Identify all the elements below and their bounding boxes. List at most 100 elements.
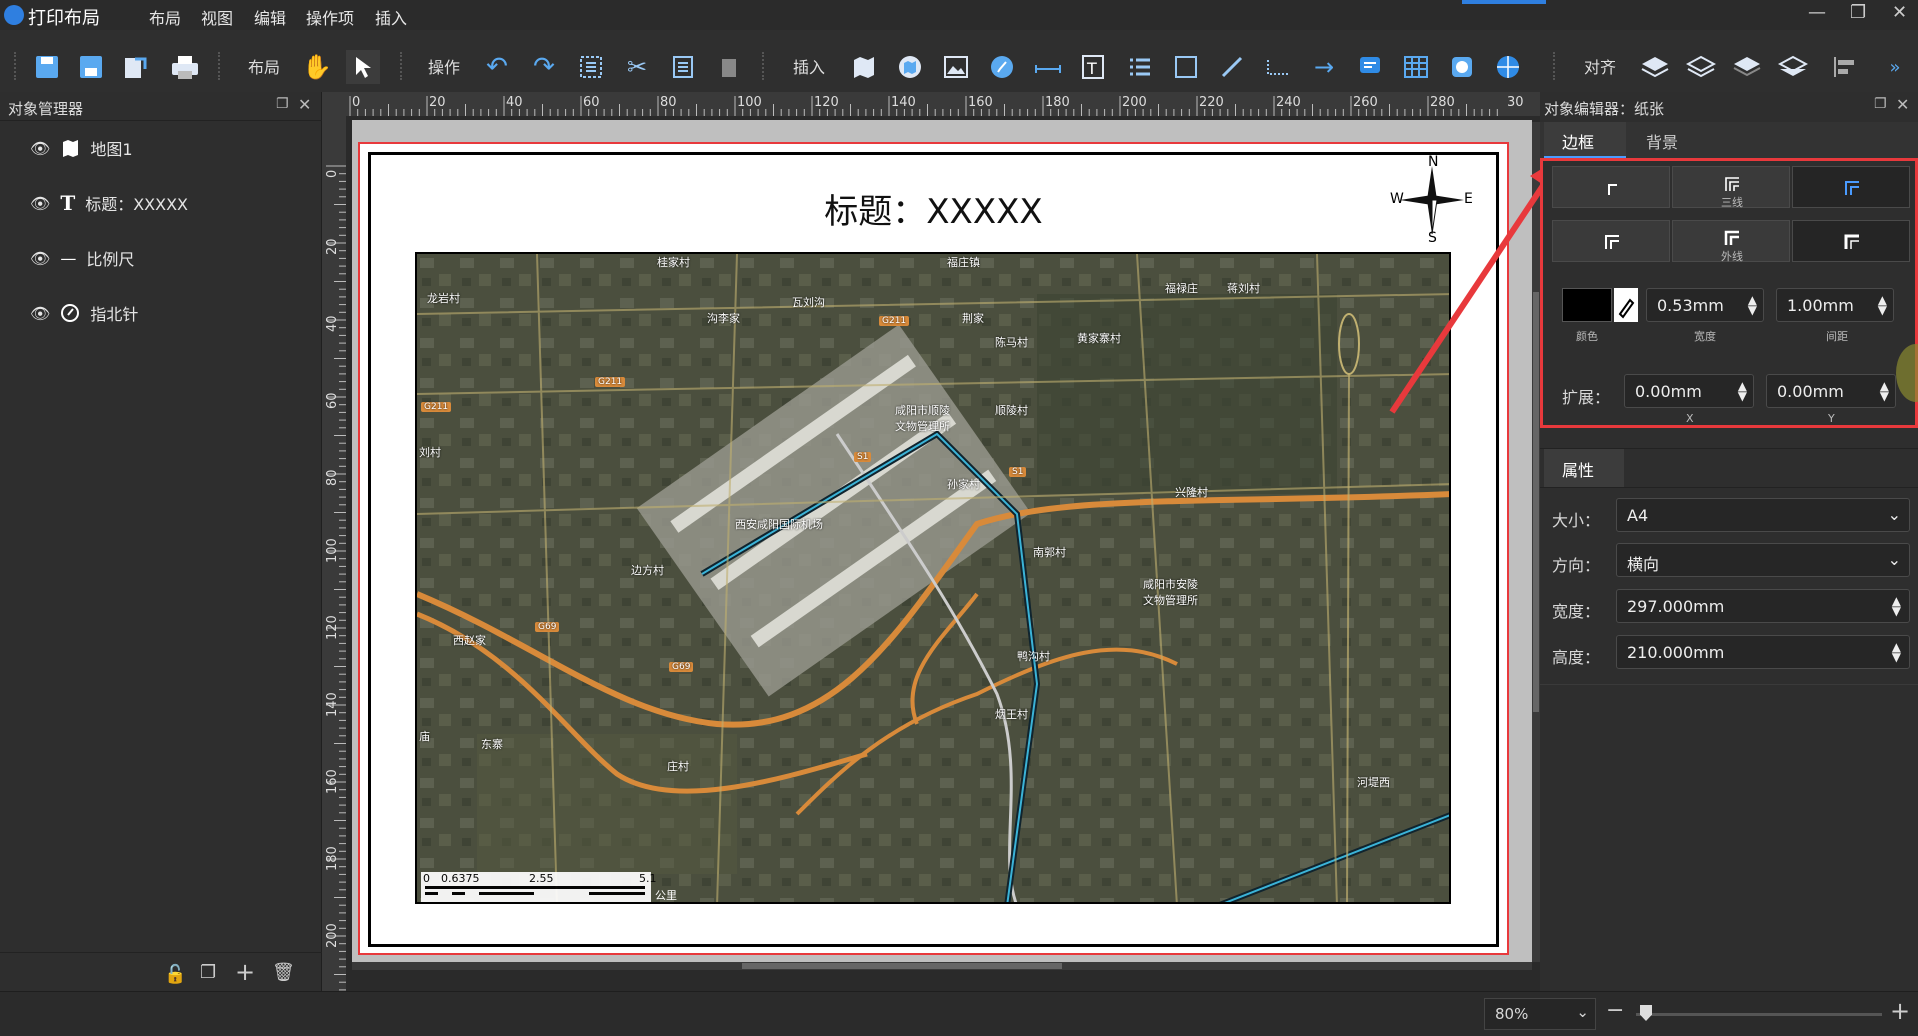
- insert-rectangle-icon[interactable]: [1169, 50, 1203, 84]
- delete-icon[interactable]: [712, 50, 746, 84]
- insert-arrow-icon[interactable]: →: [1307, 50, 1341, 84]
- insert-line-icon[interactable]: [1215, 50, 1249, 84]
- layout-canvas[interactable]: 0 20 40 60 80 100 120 140 160 180 200 220 240 260 280 3…: [322, 92, 1540, 1006]
- insert-image-icon[interactable]: [939, 50, 973, 84]
- tab-properties[interactable]: 属性: [1544, 449, 1624, 487]
- duplicate-icon[interactable]: ❐: [200, 962, 216, 983]
- paper-size-select[interactable]: A4 ⌄: [1616, 498, 1910, 532]
- menu-operations[interactable]: 操作项: [306, 5, 354, 29]
- tab-background[interactable]: 背景: [1628, 122, 1708, 158]
- more-tools-icon[interactable]: »: [1878, 50, 1912, 84]
- border-width-input[interactable]: 0.53mm ▲ ▼: [1646, 288, 1764, 322]
- print-icon[interactable]: [168, 50, 202, 84]
- scalebar-tick: 2.55: [529, 872, 554, 885]
- border-style-outer-thin[interactable]: [1552, 220, 1670, 262]
- ruler-label: 120: [814, 95, 839, 110]
- visibility-eye-icon[interactable]: 👁: [30, 139, 50, 158]
- scalebar-unit: 公里: [655, 889, 677, 902]
- color-caption: 颜色: [1576, 330, 1598, 343]
- border-style-outer-thick[interactable]: [1792, 220, 1910, 262]
- insert-callout-icon[interactable]: [1353, 50, 1387, 84]
- object-item-north-arrow[interactable]: 👁 指北针: [30, 299, 138, 327]
- object-item-scalebar[interactable]: 👁 — 比例尺: [30, 244, 134, 272]
- visibility-eye-icon[interactable]: 👁: [30, 304, 50, 323]
- menu-layout[interactable]: 布局: [149, 5, 181, 29]
- menu-insert[interactable]: 插入: [375, 5, 407, 29]
- eyedropper-icon[interactable]: [1614, 288, 1638, 322]
- ruler-label: 100: [325, 538, 340, 563]
- insert-globe-icon[interactable]: [1491, 50, 1525, 84]
- close-icon[interactable]: ✕: [1892, 2, 1907, 23]
- insert-table-icon[interactable]: [1399, 50, 1433, 84]
- bring-to-front-icon[interactable]: [1638, 50, 1672, 84]
- paper-height-input[interactable]: 210.000mm ▲ ▼: [1616, 635, 1910, 669]
- redo-icon[interactable]: ↷: [527, 50, 561, 84]
- float-panel-icon[interactable]: ❐: [1874, 96, 1887, 112]
- zoom-slider[interactable]: [1636, 1013, 1882, 1016]
- cut-icon[interactable]: ✂: [620, 50, 654, 84]
- color-swatch[interactable]: [1562, 288, 1612, 322]
- extend-x-input[interactable]: 0.00mm ▲ ▼: [1624, 374, 1754, 408]
- send-backward-icon[interactable]: [1730, 50, 1764, 84]
- object-item-title[interactable]: 👁 T 标题：XXXXX: [30, 189, 188, 217]
- map-label: 咸阳市安陵: [1143, 578, 1198, 591]
- border-style-triple[interactable]: 三线: [1672, 166, 1790, 209]
- add-icon[interactable]: +: [235, 958, 255, 986]
- ruler-label: 60: [583, 95, 600, 110]
- toolbar-group-layout: 布局: [248, 58, 281, 77]
- insert-scalebar-icon[interactable]: [1031, 50, 1065, 84]
- copy-icon[interactable]: [666, 50, 700, 84]
- menu-edit[interactable]: 编辑: [254, 5, 286, 29]
- restore-icon[interactable]: ❐: [1850, 2, 1866, 23]
- map-label: 文物管理所: [1143, 594, 1198, 607]
- insert-shape-icon[interactable]: [1445, 50, 1479, 84]
- lock-icon[interactable]: 🔓: [164, 964, 186, 985]
- insert-polyline-icon[interactable]: [1261, 50, 1295, 84]
- export-icon[interactable]: [118, 50, 152, 84]
- map-frame[interactable]: 桂家村 福庄镇 龙岩村 瓦刘沟 沟李家 荆家 福禄庄 蒋刘村 陈马村 黄家寨村 G211 G211 G2…: [415, 252, 1451, 904]
- visibility-eye-icon[interactable]: 👁: [30, 249, 50, 268]
- tab-border[interactable]: 边框: [1544, 122, 1626, 158]
- close-panel-icon[interactable]: ✕: [298, 95, 311, 114]
- extend-y-input[interactable]: 0.00mm ▲ ▼: [1766, 374, 1896, 408]
- svg-text:T: T: [1086, 59, 1097, 78]
- zoom-in-icon[interactable]: +: [1890, 997, 1910, 1025]
- insert-map-icon[interactable]: [847, 50, 881, 84]
- scalebar[interactable]: 0 0.6375 2.55 5.1: [421, 872, 657, 902]
- zoom-slider-handle[interactable]: [1640, 1005, 1652, 1021]
- bring-forward-icon[interactable]: [1684, 50, 1718, 84]
- trash-icon[interactable]: 🗑: [272, 962, 295, 983]
- border-style-single[interactable]: [1552, 166, 1670, 208]
- menu-view[interactable]: 视图: [201, 5, 233, 29]
- select-all-icon[interactable]: [574, 50, 608, 84]
- insert-compass-icon[interactable]: [985, 50, 1019, 84]
- border-style-outer-line[interactable]: 外线: [1672, 220, 1790, 263]
- border-style-double-selected[interactable]: [1792, 166, 1910, 208]
- page-title[interactable]: 标题：XXXXX: [360, 184, 1507, 233]
- send-to-back-icon[interactable]: [1776, 50, 1810, 84]
- undo-icon[interactable]: ↶: [480, 50, 514, 84]
- border-spacing-input[interactable]: 1.00mm ▲ ▼: [1776, 288, 1894, 322]
- save-icon[interactable]: [30, 50, 64, 84]
- map-label: 兴隆村: [1175, 486, 1208, 499]
- minimize-icon[interactable]: —: [1808, 2, 1826, 23]
- zoom-out-icon[interactable]: −: [1606, 998, 1624, 1023]
- save-as-icon[interactable]: [74, 50, 108, 84]
- zoom-select[interactable]: 80% ⌄: [1484, 998, 1596, 1030]
- pan-hand-icon[interactable]: ✋: [300, 50, 334, 84]
- orientation-select[interactable]: 横向 ⌄: [1616, 543, 1910, 577]
- align-left-icon[interactable]: [1828, 50, 1862, 84]
- insert-legend-icon[interactable]: [1123, 50, 1157, 84]
- ruler-label: 180: [325, 846, 340, 871]
- paper[interactable]: 标题：XXXXX N S W E 桂家村 福庄镇 龙岩村 瓦刘沟 沟李家 荆家 …: [358, 142, 1509, 955]
- horizontal-scrollbar[interactable]: [352, 962, 1532, 970]
- object-item-label: 地图1: [90, 140, 133, 159]
- close-panel-icon[interactable]: ✕: [1896, 95, 1909, 114]
- paper-width-input[interactable]: 297.000mm ▲ ▼: [1616, 589, 1910, 623]
- insert-text-icon[interactable]: T: [1077, 50, 1111, 84]
- insert-map-frame-icon[interactable]: [893, 50, 927, 84]
- object-item-map[interactable]: 👁 地图1: [30, 134, 133, 162]
- select-arrow-icon[interactable]: [346, 50, 380, 84]
- float-panel-icon[interactable]: ❐: [276, 96, 289, 112]
- visibility-eye-icon[interactable]: 👁: [30, 194, 50, 213]
